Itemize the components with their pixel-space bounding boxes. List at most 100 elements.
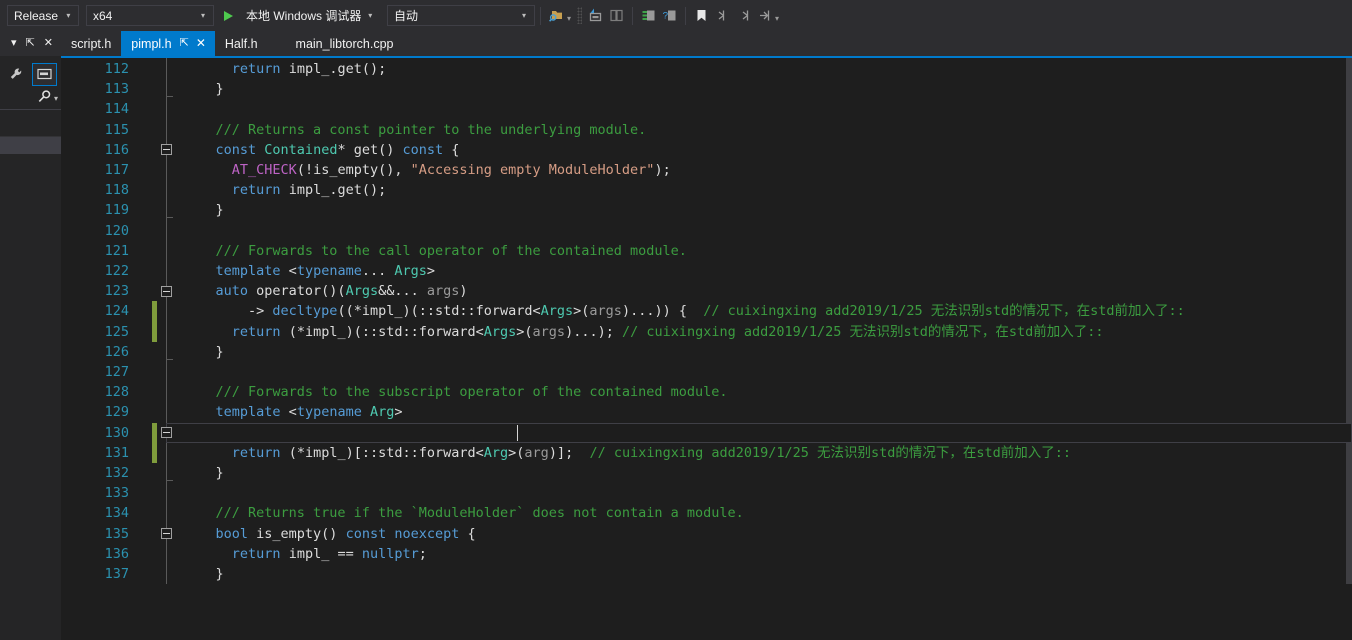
attach-process-icon[interactable] (587, 7, 604, 24)
code-token: (*impl_)(::std::forward< (281, 324, 484, 340)
wrench-icon[interactable] (4, 63, 29, 86)
step-out-icon[interactable] (756, 7, 773, 24)
code-line[interactable]: 134 /// Returns true if the `ModuleHolde… (61, 503, 1352, 523)
dotted-handle[interactable] (577, 7, 582, 24)
code-line[interactable]: 114 (61, 99, 1352, 119)
code-line[interactable]: 127 (61, 362, 1352, 382)
code-line[interactable]: 119 } (61, 200, 1352, 220)
code-line[interactable]: 126 } (61, 342, 1352, 362)
outlining-collapse-toggle[interactable] (161, 286, 172, 297)
tab-label: script.h (71, 37, 111, 51)
tab-script-h[interactable]: script.h (61, 31, 121, 56)
folder-search-icon[interactable] (548, 7, 565, 24)
start-debugging-label: 本地 Windows 调试器 (240, 7, 363, 24)
code-line[interactable]: 124 -> decltype((*impl_)(::std::forward<… (61, 301, 1352, 321)
chevron-down-icon: ▾ (363, 11, 380, 20)
code-token: >( (573, 303, 589, 319)
code-token (183, 61, 232, 77)
code-line[interactable]: 120 (61, 221, 1352, 241)
outlining-collapse-toggle[interactable] (161, 427, 172, 438)
code-token: noexcept (394, 526, 459, 542)
code-line[interactable]: 136 return impl_ == nullptr; (61, 544, 1352, 564)
code-token (183, 324, 232, 340)
start-debugging-play-icon[interactable] (224, 11, 233, 21)
line-number: 133 (61, 483, 129, 503)
tab-half-h[interactable]: Half.h (215, 31, 268, 56)
outlining-collapse-toggle[interactable] (161, 144, 172, 155)
code-token (183, 546, 232, 562)
code-line[interactable]: 137 } (61, 564, 1352, 584)
step-next-icon[interactable] (735, 7, 752, 24)
line-number: 116 (61, 140, 129, 160)
line-number: 123 (61, 281, 129, 301)
code-text: template <typename... Args> (183, 261, 435, 281)
code-line[interactable]: 129 template <typename Arg> (61, 402, 1352, 422)
chevron-down-icon: ▾ (62, 11, 78, 20)
code-text: template <typename Arg> (183, 402, 403, 422)
line-number: 135 (61, 524, 129, 544)
code-token: Arg (370, 404, 394, 420)
chevron-down-icon: ▾ (517, 11, 534, 20)
code-token: args (589, 303, 622, 319)
pin-icon[interactable]: ⇱ (26, 38, 35, 49)
code-token: > (427, 263, 435, 279)
tool-window-row-selected[interactable] (0, 137, 61, 154)
solution-configuration-dropdown[interactable]: Release ▾ (7, 5, 79, 26)
code-text: -> decltype((*impl_)(::std::forward<Args… (183, 301, 1185, 321)
code-token: args (427, 283, 460, 299)
solution-platform-value: x64 (87, 9, 118, 23)
debug-target-value: 自动 (388, 7, 424, 24)
code-line[interactable]: 112 return impl_.get(); (61, 59, 1352, 79)
chevron-down-icon[interactable]: ▾ (11, 38, 17, 49)
properties-panel-icon[interactable] (32, 63, 57, 86)
visual-studio-window: Release ▾ x64 ▾ 本地 Windows 调试器 ▾ 自动 ▾ ▾ (0, 0, 1352, 584)
code-line[interactable]: 135 bool is_empty() const noexcept { (61, 524, 1352, 544)
line-number: 125 (61, 322, 129, 342)
code-line[interactable]: 122 template <typename... Args> (61, 261, 1352, 281)
overflow-icon[interactable]: ▾ (775, 16, 779, 22)
code-line[interactable]: 118 return impl_.get(); (61, 180, 1352, 200)
code-line[interactable]: 117 AT_CHECK(!is_empty(), "Accessing emp… (61, 160, 1352, 180)
code-token: /// Returns true if the `ModuleHolder` d… (183, 505, 744, 521)
code-line[interactable]: 131 return (*impl_)[::std::forward<Arg>(… (61, 443, 1352, 463)
code-line[interactable]: 133 (61, 483, 1352, 503)
chevron-down-icon[interactable]: ▾ (567, 16, 571, 22)
code-text: /// Forwards to the call operator of the… (183, 241, 687, 261)
code-editor[interactable]: 112 return impl_.get();113 }114115 /// R… (61, 56, 1352, 584)
step-into-source-icon[interactable] (640, 7, 657, 24)
close-icon[interactable]: ✕ (44, 38, 53, 49)
code-line[interactable]: 128 /// Forwards to the subscript operat… (61, 382, 1352, 402)
compare-icon[interactable] (608, 7, 625, 24)
tool-window-row[interactable] (0, 111, 61, 137)
tab-pimpl-h[interactable]: pimpl.h ⇱ ✕ (121, 31, 215, 56)
chevron-down-icon[interactable]: ▾ (54, 94, 58, 103)
code-token: >( (508, 445, 524, 461)
code-token: ... (362, 263, 395, 279)
step-prev-icon[interactable] (714, 7, 731, 24)
code-token: return (232, 546, 281, 562)
debug-target-dropdown[interactable]: 自动 ▾ (387, 5, 535, 26)
code-token (183, 445, 232, 461)
code-line[interactable]: 123 auto operator()(Args&&... args) (61, 281, 1352, 301)
code-line[interactable]: 116 const Contained* get() const { (61, 140, 1352, 160)
bookmark-icon[interactable] (693, 7, 710, 24)
search-icon[interactable] (37, 89, 52, 109)
solution-platform-dropdown[interactable]: x64 ▾ (86, 5, 214, 26)
code-line[interactable]: 125 return (*impl_)(::std::forward<Args>… (61, 322, 1352, 342)
code-line[interactable]: 115 /// Returns a const pointer to the u… (61, 120, 1352, 140)
code-token: Contained (264, 142, 337, 158)
tab-main-libtorch-cpp[interactable]: main_libtorch.cpp (268, 31, 404, 56)
close-icon[interactable]: ✕ (196, 38, 206, 49)
code-token: )...); (565, 324, 622, 340)
start-debugging-button[interactable]: 本地 Windows 调试器 ▾ (240, 5, 380, 26)
code-token: ((*impl_)(::std::forward< (337, 303, 540, 319)
code-text: auto operator()(Args&&... args) (183, 281, 468, 301)
outlining-collapse-toggle[interactable] (161, 528, 172, 539)
code-token: is_empty() (248, 526, 346, 542)
code-line[interactable]: 132 } (61, 463, 1352, 483)
code-line[interactable]: 121 /// Forwards to the call operator of… (61, 241, 1352, 261)
code-line[interactable]: 113 } (61, 79, 1352, 99)
step-info-icon[interactable]: ? (661, 7, 678, 24)
editor-text-area[interactable]: 112 return impl_.get();113 }114115 /// R… (61, 58, 1352, 584)
pin-icon[interactable]: ⇱ (180, 38, 189, 49)
